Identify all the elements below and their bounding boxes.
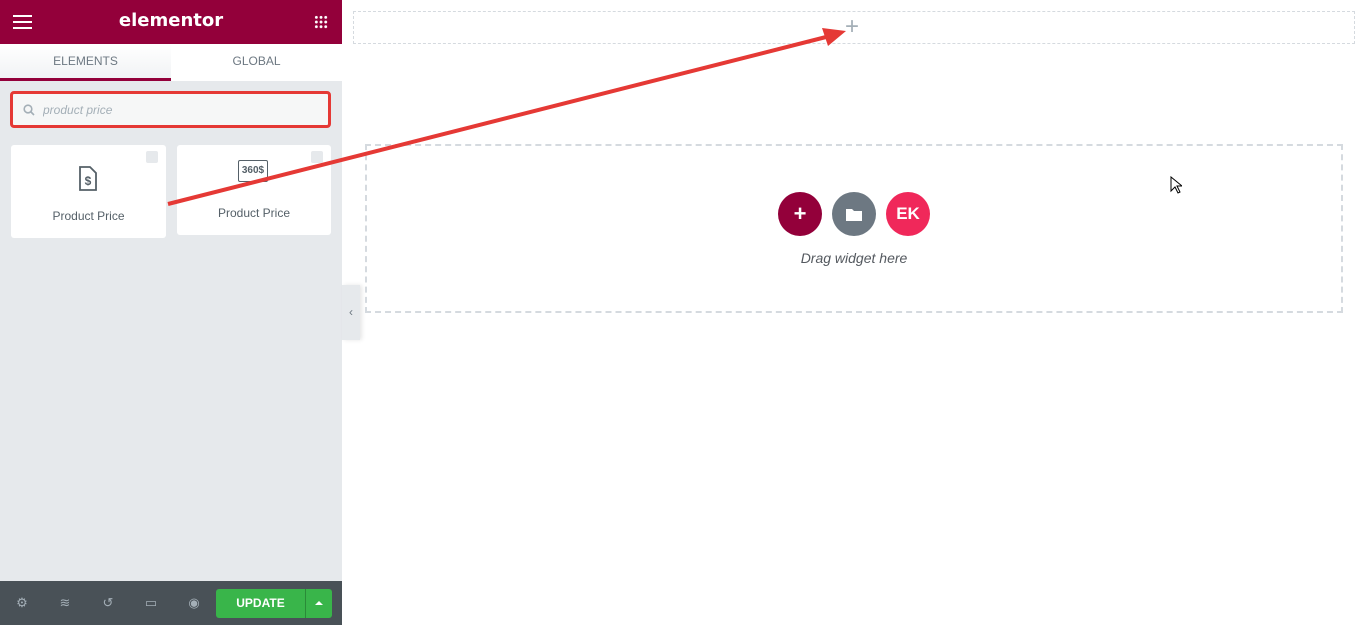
settings-icon[interactable]: ⚙ [15, 596, 29, 610]
360-price-icon: 360$ [238, 160, 268, 182]
add-section-zone[interactable]: + [353, 11, 1355, 44]
widget-product-price-360[interactable]: 360$ Product Price [177, 145, 331, 235]
drop-zone[interactable]: + EK Drag widget here [365, 144, 1343, 313]
drag-widget-text: Drag widget here [800, 250, 908, 266]
woocommerce-icon [146, 151, 158, 163]
search-input[interactable] [43, 102, 303, 117]
search-box [10, 91, 331, 128]
grid-icon[interactable] [314, 15, 328, 29]
tab-global[interactable]: GLOBAL [171, 44, 342, 81]
preview-icon[interactable]: ◉ [187, 596, 201, 610]
add-template-button[interactable] [832, 192, 876, 236]
plus-icon[interactable]: + [845, 14, 859, 40]
history-icon[interactable]: ↺ [101, 596, 115, 610]
panel-header: elementor [0, 0, 342, 44]
folder-icon [846, 209, 862, 221]
product-price-icon: $ [79, 166, 97, 191]
editor-panel: elementor ELEMENTS GLOBAL $ Product Pric… [0, 0, 342, 625]
add-section-button[interactable]: + [778, 192, 822, 236]
update-options-button[interactable] [305, 589, 332, 618]
search-icon [23, 103, 35, 116]
update-button[interactable]: UPDATE [216, 589, 305, 618]
elementskit-button[interactable]: EK [886, 192, 930, 236]
widget-label: Product Price [217, 206, 291, 220]
panel-tabs: ELEMENTS GLOBAL [0, 44, 342, 81]
panel-footer: ⚙ ≋ ↺ ▭ ◉ UPDATE [0, 581, 342, 625]
widget-label: Product Price [52, 209, 125, 223]
elementor-logo: elementor [118, 10, 224, 31]
layers-icon[interactable]: ≋ [58, 596, 72, 610]
mouse-cursor-icon [1170, 176, 1182, 194]
tab-elements[interactable]: ELEMENTS [0, 44, 171, 81]
widget-product-price[interactable]: $ Product Price [11, 145, 166, 238]
responsive-icon[interactable]: ▭ [144, 596, 158, 610]
collapse-panel-button[interactable]: ‹ [342, 285, 360, 340]
svg-text:$: $ [85, 174, 92, 188]
lock-icon [311, 151, 323, 163]
